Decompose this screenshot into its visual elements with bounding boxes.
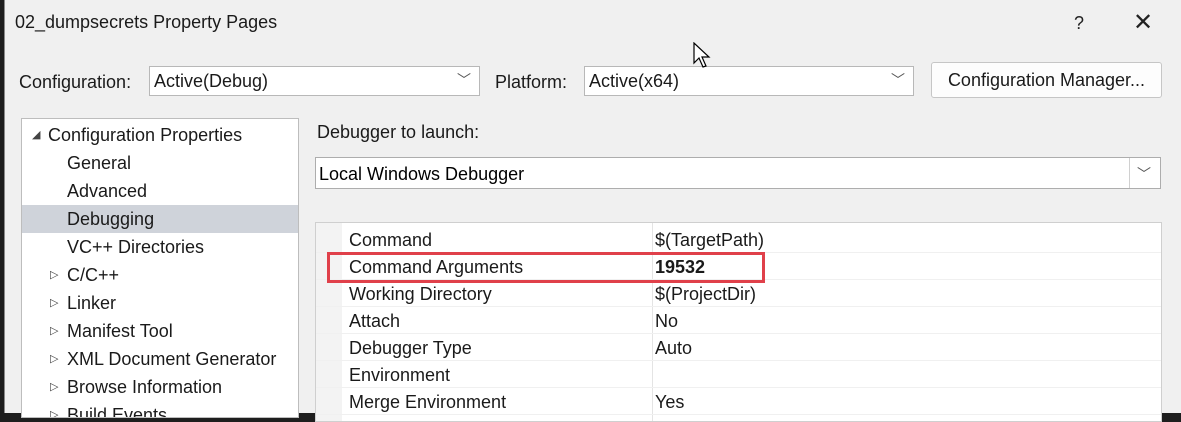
mouse-cursor-icon <box>693 42 711 68</box>
tree-item-label: Browse Information <box>67 377 223 397</box>
tree-item-xml-document-generator[interactable]: ▷ XML Document Generator <box>22 345 298 373</box>
platform-value: Active(x64) <box>589 71 680 91</box>
tree-item-manifest-tool[interactable]: ▷ Manifest Tool <box>22 317 298 345</box>
property-value[interactable]: No <box>655 311 678 332</box>
property-name: Merge Environment <box>349 392 507 412</box>
tree-item-label: General <box>67 153 132 173</box>
property-name: Environment <box>349 365 451 385</box>
chevron-down-icon: ﹀ <box>891 72 905 88</box>
tree-item-debugging[interactable]: Debugging <box>22 205 298 233</box>
tree-item-configuration-properties[interactable]: ◢ Configuration Properties <box>22 121 298 149</box>
tree-item-browse-information[interactable]: ▷ Browse Information <box>22 373 298 401</box>
debugger-to-launch-label: Debugger to launch: <box>317 122 480 142</box>
property-name: Command Arguments <box>349 257 524 277</box>
configuration-value: Active(Debug) <box>154 71 269 91</box>
help-button[interactable]: ? <box>1059 8 1099 38</box>
collapsed-arrow-icon[interactable]: ▷ <box>50 401 58 417</box>
property-value[interactable]: 19532 <box>655 257 705 278</box>
tree-item-label: Configuration Properties <box>48 125 243 145</box>
collapsed-arrow-icon[interactable]: ▷ <box>50 345 58 373</box>
configuration-dropdown[interactable]: Active(Debug) ﹀ <box>149 66 480 96</box>
title-bar: 02_dumpsecrets Property Pages ? ✕ <box>5 0 1181 46</box>
tree-item-label: Build Events <box>67 405 168 418</box>
tree-item-general[interactable]: General <box>22 149 298 177</box>
tree-item-label: Advanced <box>67 181 148 201</box>
tree-item-label: Manifest Tool <box>67 321 173 341</box>
property-row-command[interactable]: Command $(TargetPath) <box>316 226 1161 253</box>
property-row-working-directory[interactable]: Working Directory $(ProjectDir) <box>316 280 1161 307</box>
property-grid: Command $(TargetPath) Command Arguments … <box>315 222 1162 422</box>
property-value[interactable]: $(TargetPath) <box>655 230 764 251</box>
property-name: Debugger Type <box>349 338 472 358</box>
platform-label: Platform: <box>495 72 568 92</box>
tree-item-build-events[interactable]: ▷ Build Events <box>22 401 298 418</box>
tree-item-advanced[interactable]: Advanced <box>22 177 298 205</box>
configuration-label: Configuration: <box>19 72 132 92</box>
tree-item-label: Debugging <box>67 209 155 229</box>
property-tree[interactable]: ◢ Configuration Properties General Advan… <box>21 118 299 418</box>
property-value[interactable]: $(ProjectDir) <box>655 284 756 305</box>
property-row-environment[interactable]: Environment <box>316 361 1161 388</box>
property-value[interactable]: Yes <box>655 392 684 413</box>
tree-item-linker[interactable]: ▷ Linker <box>22 289 298 317</box>
property-name: Working Directory <box>349 284 492 304</box>
close-button[interactable]: ✕ <box>1123 8 1163 38</box>
chevron-down-icon: ﹀ <box>457 72 471 88</box>
debugger-dropdown[interactable]: Local Windows Debugger ﹀ <box>315 157 1161 189</box>
property-value[interactable]: Auto <box>655 338 692 359</box>
collapsed-arrow-icon[interactable]: ▷ <box>50 373 58 401</box>
expanded-arrow-icon[interactable]: ◢ <box>32 121 40 149</box>
configuration-manager-button[interactable]: Configuration Manager... <box>931 62 1162 98</box>
window-title: 02_dumpsecrets Property Pages <box>15 12 278 32</box>
tree-item-vc-directories[interactable]: VC++ Directories <box>22 233 298 261</box>
property-name: Command <box>349 230 433 250</box>
tree-item-label: VC++ Directories <box>67 237 205 257</box>
collapsed-arrow-icon[interactable]: ▷ <box>50 317 58 345</box>
property-row-merge-environment[interactable]: Merge Environment Yes <box>316 388 1161 415</box>
property-pages-dialog: 02_dumpsecrets Property Pages ? ✕ Config… <box>4 0 1181 422</box>
collapsed-arrow-icon[interactable]: ▷ <box>50 289 58 317</box>
debugger-value: Local Windows Debugger <box>319 164 525 184</box>
property-row-debugger-type[interactable]: Debugger Type Auto <box>316 334 1161 361</box>
tree-item-label: Linker <box>67 293 117 313</box>
tree-item-label: XML Document Generator <box>67 349 277 369</box>
property-name: Attach <box>349 311 401 331</box>
property-row-attach[interactable]: Attach No <box>316 307 1161 334</box>
property-row-command-arguments[interactable]: Command Arguments 19532 <box>316 253 1161 280</box>
tree-item-label: C/C++ <box>67 265 120 285</box>
dropdown-separator <box>1129 158 1130 188</box>
chevron-down-icon: ﹀ <box>1137 166 1151 182</box>
collapsed-arrow-icon[interactable]: ▷ <box>50 261 58 289</box>
tree-item-cpp[interactable]: ▷ C/C++ <box>22 261 298 289</box>
platform-dropdown[interactable]: Active(x64) ﹀ <box>584 66 914 96</box>
